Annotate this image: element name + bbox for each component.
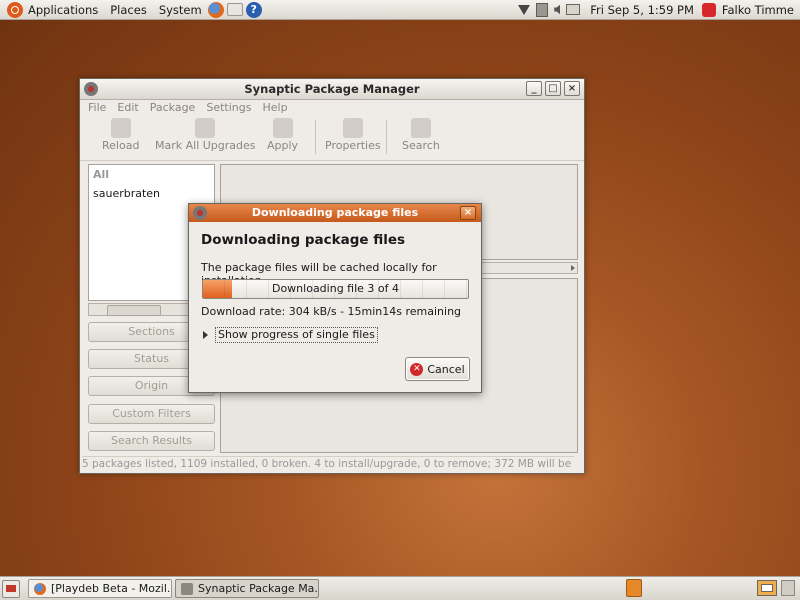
cancel-button[interactable]: ✕ Cancel — [405, 357, 470, 381]
system-menu[interactable]: System — [159, 3, 202, 17]
top-panel: Applications Places System ? Fri Sep 5, … — [0, 0, 800, 20]
apply-label: Apply — [267, 139, 299, 152]
reload-button[interactable]: Reload — [102, 118, 139, 152]
search-button[interactable]: Search — [402, 118, 440, 152]
close-button[interactable]: × — [564, 81, 580, 96]
dialog-titlebar[interactable]: Downloading package files × — [189, 204, 481, 222]
cancel-label: Cancel — [427, 362, 465, 376]
scrollbar-thumb[interactable] — [107, 305, 161, 316]
mail-notify-icon[interactable] — [566, 4, 581, 15]
scroll-right-arrow-icon[interactable] — [571, 265, 575, 271]
window-titlebar[interactable]: Synaptic Package Manager _ □ × — [80, 79, 584, 100]
ubuntu-logo-icon[interactable] — [7, 1, 23, 18]
places-menu[interactable]: Places — [110, 3, 147, 17]
synaptic-icon — [181, 582, 193, 595]
download-rate: Download rate: 304 kB/s - 15min14s remai… — [201, 305, 462, 318]
mark-all-upgrades-label: Mark All Upgrades — [155, 139, 256, 152]
menu-help[interactable]: Help — [262, 100, 287, 116]
update-notifier-icon[interactable] — [518, 4, 531, 15]
reload-icon — [110, 118, 131, 138]
power-icon[interactable] — [701, 2, 716, 17]
panel-menus: Applications Places System ? — [0, 0, 269, 20]
toolbar-separator — [315, 120, 316, 154]
applications-menu[interactable]: Applications — [28, 3, 98, 17]
dialog-title: Downloading package files — [251, 206, 419, 219]
mark-upgrades-icon — [195, 118, 216, 138]
apply-check-icon — [272, 118, 293, 138]
bottom-panel: [Playdeb Beta - Mozil... Synaptic Packag… — [0, 576, 800, 600]
menu-edit[interactable]: Edit — [117, 100, 138, 116]
taskbar-label: Synaptic Package Ma... — [198, 582, 319, 595]
network-icon[interactable] — [536, 2, 549, 17]
window-title: Synaptic Package Manager — [244, 82, 420, 96]
maximize-button[interactable]: □ — [545, 81, 561, 96]
taskbar-label: [Playdeb Beta - Mozil... — [51, 582, 172, 595]
taskbar-item-synaptic[interactable]: Synaptic Package Ma... — [175, 579, 319, 598]
search-icon — [410, 118, 431, 138]
panel-end-handle[interactable] — [781, 580, 795, 596]
download-progress-bar: Downloading file 3 of 4 — [202, 279, 469, 299]
progress-label: Downloading file 3 of 4 — [271, 282, 400, 295]
menu-file[interactable]: File — [88, 100, 106, 116]
synaptic-app-icon — [193, 206, 207, 220]
expander-label[interactable]: Show progress of single files — [215, 327, 378, 343]
trash-icon[interactable] — [626, 579, 642, 597]
properties-icon — [342, 118, 363, 138]
window-controls: _ □ × — [526, 81, 580, 96]
apply-button[interactable]: Apply — [267, 118, 298, 152]
status-bar: 5 packages listed, 1109 installed, 0 bro… — [82, 456, 574, 470]
panel-tray: Fri Sep 5, 1:59 PM Falko Timme — [518, 0, 800, 20]
firefox-icon — [34, 582, 46, 595]
cancel-icon: ✕ — [410, 362, 424, 376]
expander-arrow-icon[interactable] — [203, 331, 208, 339]
show-progress-expander[interactable]: Show progress of single files — [203, 327, 378, 343]
workspace-switcher[interactable] — [757, 580, 777, 596]
filter-item-sauerbraten[interactable]: sauerbraten — [89, 184, 214, 203]
search-label: Search — [402, 139, 440, 152]
custom-filters-button[interactable]: Custom Filters — [88, 404, 215, 424]
workspace-window-icon — [761, 584, 773, 592]
volume-icon[interactable] — [554, 4, 561, 15]
synaptic-app-icon — [84, 82, 98, 96]
filter-item-all[interactable]: All — [89, 165, 214, 184]
help-launcher-icon[interactable]: ? — [245, 1, 262, 18]
dialog-close-button[interactable]: × — [460, 206, 476, 220]
search-results-button[interactable]: Search Results — [88, 431, 215, 451]
toolbar-separator — [386, 120, 387, 154]
properties-label: Properties — [325, 139, 381, 152]
minimize-button[interactable]: _ — [526, 81, 542, 96]
download-dialog: Downloading package files × Downloading … — [188, 203, 482, 393]
user-name[interactable]: Falko Timme — [722, 3, 794, 17]
mail-launcher-icon[interactable] — [226, 3, 243, 16]
menu-package[interactable]: Package — [150, 100, 196, 116]
properties-button[interactable]: Properties — [325, 118, 381, 152]
reload-label: Reload — [102, 139, 140, 152]
menubar: File Edit Package Settings Help — [80, 100, 584, 116]
taskbar-item-firefox[interactable]: [Playdeb Beta - Mozil... — [28, 579, 172, 598]
dialog-heading: Downloading package files — [201, 232, 406, 248]
mark-all-upgrades-button[interactable]: Mark All Upgrades — [155, 118, 256, 152]
show-desktop-icon[interactable] — [2, 580, 20, 598]
menu-settings[interactable]: Settings — [206, 100, 251, 116]
clock[interactable]: Fri Sep 5, 1:59 PM — [590, 3, 694, 17]
firefox-launcher-icon[interactable] — [207, 1, 224, 18]
toolbar: Reload Mark All Upgrades Apply Propertie… — [80, 116, 584, 161]
